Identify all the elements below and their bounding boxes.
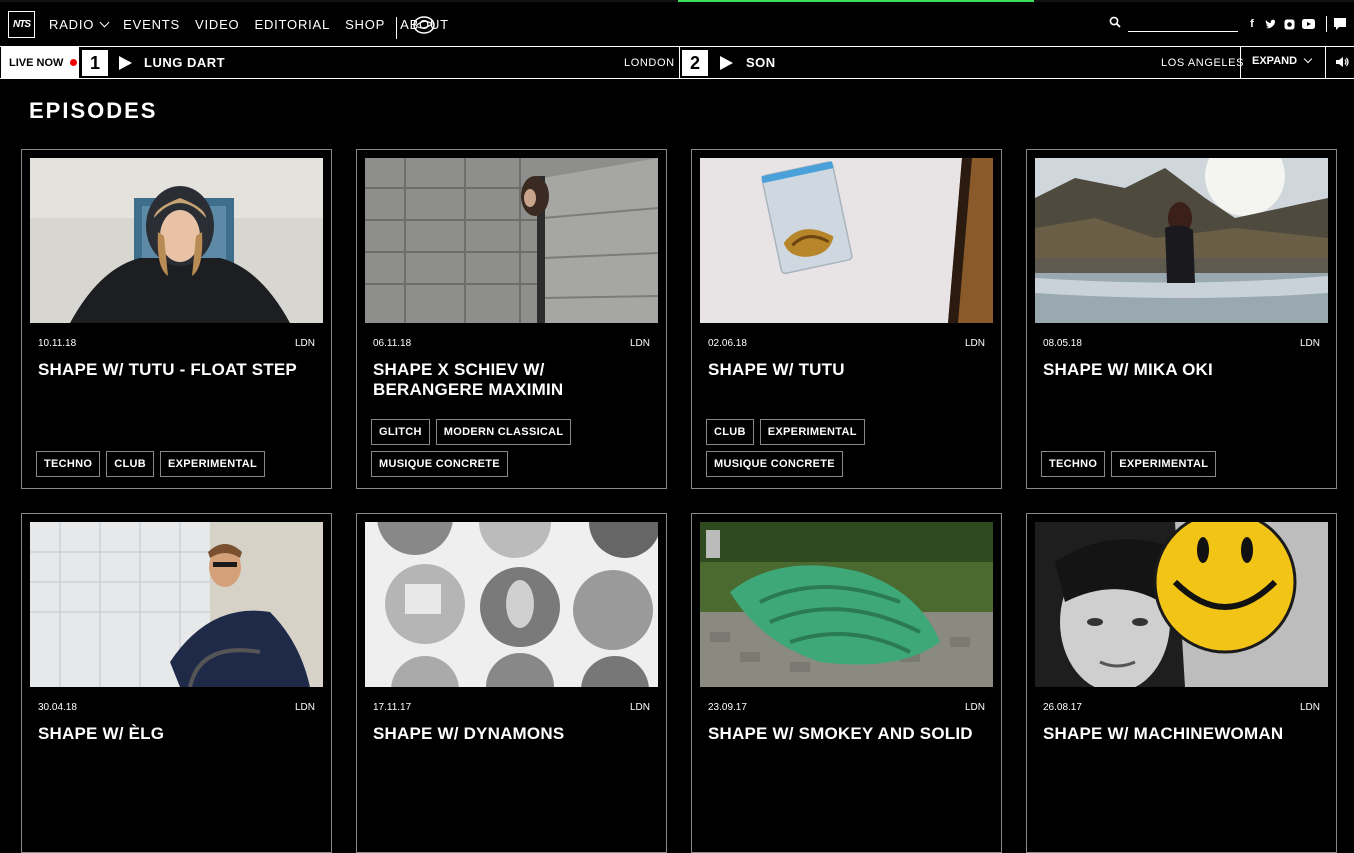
channel-1-number: 1 — [82, 50, 108, 76]
genre-tag[interactable]: MUSIQUE CONCRETE — [371, 451, 508, 477]
chat-icon[interactable] — [1334, 18, 1346, 30]
play-icon[interactable] — [119, 56, 132, 70]
genre-tag[interactable]: MUSIQUE CONCRETE — [706, 451, 843, 477]
nav-radio[interactable]: RADIO — [49, 17, 110, 32]
expand-divider — [1240, 47, 1241, 78]
episode-card[interactable]: 06.11.18 LDN SHAPE X SCHIEV W/ BERANGERE… — [356, 149, 667, 489]
episode-date: 30.04.18 — [38, 702, 77, 713]
progress-line — [678, 0, 1034, 2]
genre-tag[interactable]: CLUB — [706, 419, 754, 445]
episode-title[interactable]: SHAPE W/ DYNAMONS — [373, 724, 653, 744]
top-navigation: NTS RADIO EVENTS VIDEO EDITORIAL SHOP AB… — [0, 0, 1354, 46]
live-player-bar: LIVE NOW 1 LUNG DART LONDON 2 SON LOS AN… — [0, 46, 1354, 79]
episode-location: LDN — [629, 702, 650, 713]
episode-location: LDN — [1299, 338, 1320, 349]
twitter-icon[interactable] — [1265, 19, 1277, 30]
episode-title[interactable]: SHAPE W/ MIKA OKI — [1043, 360, 1323, 380]
episode-card[interactable]: 10.11.18 LDN SHAPE W/ TUTU - FLOAT STEP … — [21, 149, 332, 489]
search-icon[interactable] — [1109, 16, 1121, 28]
episode-date: 23.09.17 — [708, 702, 747, 713]
nav-events[interactable]: EVENTS — [123, 17, 180, 32]
facebook-icon[interactable]: f — [1246, 18, 1258, 30]
main-nav: RADIO EVENTS VIDEO EDITORIAL SHOP ABOUT — [49, 17, 449, 32]
expand-button[interactable]: EXPAND — [1252, 54, 1313, 67]
episode-location: LDN — [294, 702, 315, 713]
genre-tag[interactable]: GLITCH — [371, 419, 430, 445]
live-dot-icon — [70, 59, 78, 66]
episode-card[interactable]: 23.09.17 LDN SHAPE W/ SMOKEY AND SOLID — [691, 513, 1002, 853]
episode-title[interactable]: SHAPE W/ SMOKEY AND SOLID — [708, 724, 988, 744]
episode-card[interactable]: 30.04.18 LDN SHAPE W/ ÈLG — [21, 513, 332, 853]
instagram-icon[interactable] — [1284, 19, 1295, 30]
nav-editorial[interactable]: EDITORIAL — [254, 17, 330, 32]
genre-tag[interactable]: TECHNO — [36, 451, 101, 477]
nav-divider — [396, 17, 397, 39]
episode-location: LDN — [964, 338, 985, 349]
genre-tag[interactable]: CLUB — [106, 451, 155, 477]
youtube-icon[interactable] — [1302, 19, 1315, 29]
channel-2-location: LOS ANGELES — [1161, 57, 1245, 69]
genre-tags: TECHNO CLUB EXPERIMENTAL — [36, 451, 326, 477]
genre-tag[interactable]: EXPERIMENTAL — [1111, 451, 1217, 477]
episode-image[interactable] — [365, 522, 658, 687]
nav-shop[interactable]: SHOP — [345, 17, 385, 32]
episode-image[interactable] — [365, 158, 658, 323]
episode-date: 10.11.18 — [38, 338, 77, 349]
episode-image[interactable] — [30, 158, 323, 323]
episode-image[interactable] — [1035, 158, 1328, 323]
channel-2-title[interactable]: SON — [746, 55, 776, 70]
page-title: EPISODES — [29, 98, 158, 123]
episode-date: 17.11.17 — [373, 702, 412, 713]
volume-divider — [1325, 47, 1326, 78]
episode-image[interactable] — [700, 522, 993, 687]
episode-date: 06.11.18 — [373, 338, 412, 349]
episode-date: 26.08.17 — [1043, 702, 1082, 713]
episode-location: LDN — [1299, 702, 1320, 713]
episode-date: 02.06.18 — [708, 338, 747, 349]
volume-icon[interactable] — [1335, 55, 1349, 69]
live-now-badge: LIVE NOW — [1, 47, 79, 78]
episode-image[interactable] — [1035, 522, 1328, 687]
episode-date: 08.05.18 — [1043, 338, 1082, 349]
genre-tags: GLITCH MODERN CLASSICAL MUSIQUE CONCRETE — [371, 419, 661, 477]
nav-video[interactable]: VIDEO — [195, 17, 239, 32]
search-input[interactable] — [1128, 15, 1238, 32]
episode-title[interactable]: SHAPE W/ TUTU — [708, 360, 988, 380]
channel-1-location: LONDON — [624, 57, 675, 69]
episode-card[interactable]: 08.05.18 LDN SHAPE W/ MIKA OKI TECHNO EX… — [1026, 149, 1337, 489]
episode-card[interactable]: 02.06.18 LDN SHAPE W/ TUTU CLUB EXPERIME… — [691, 149, 1002, 489]
play-icon[interactable] — [720, 56, 733, 70]
channel-divider — [679, 47, 680, 78]
episode-image[interactable] — [30, 522, 323, 687]
genre-tag[interactable]: EXPERIMENTAL — [160, 451, 265, 477]
expand-label: EXPAND — [1252, 55, 1298, 67]
episode-location: LDN — [629, 338, 650, 349]
episode-title[interactable]: SHAPE W/ ÈLG — [38, 724, 318, 744]
social-links: f — [1246, 18, 1315, 30]
episode-title[interactable]: SHAPE W/ MACHINEWOMAN — [1043, 724, 1323, 744]
genre-tag[interactable]: MODERN CLASSICAL — [435, 419, 572, 445]
genre-tags: TECHNO EXPERIMENTAL — [1041, 451, 1331, 477]
episode-location: LDN — [294, 338, 315, 349]
live-now-label: LIVE NOW — [9, 56, 64, 69]
channel-1-title[interactable]: LUNG DART — [144, 55, 225, 70]
genre-tag[interactable]: EXPERIMENTAL — [759, 419, 865, 445]
episode-title[interactable]: SHAPE X SCHIEV W/ BERANGERE MAXIMIN — [373, 360, 653, 400]
swirl-icon[interactable] — [412, 15, 436, 35]
episode-card[interactable]: 17.11.17 LDN SHAPE W/ DYNAMONS — [356, 513, 667, 853]
social-divider — [1326, 16, 1327, 32]
chevron-down-icon — [1303, 54, 1313, 64]
genre-tags: CLUB EXPERIMENTAL MUSIQUE CONCRETE — [706, 419, 996, 477]
channel-2-number: 2 — [682, 50, 708, 76]
nts-logo[interactable]: NTS — [8, 11, 35, 38]
nav-radio-label: RADIO — [49, 17, 95, 32]
episode-location: LDN — [964, 702, 985, 713]
episode-image[interactable] — [700, 158, 993, 323]
episode-card[interactable]: 26.08.17 LDN SHAPE W/ MACHINEWOMAN — [1026, 513, 1337, 853]
episode-title[interactable]: SHAPE W/ TUTU - FLOAT STEP — [38, 360, 318, 380]
chevron-down-icon — [99, 17, 110, 28]
genre-tag[interactable]: TECHNO — [1041, 451, 1106, 477]
